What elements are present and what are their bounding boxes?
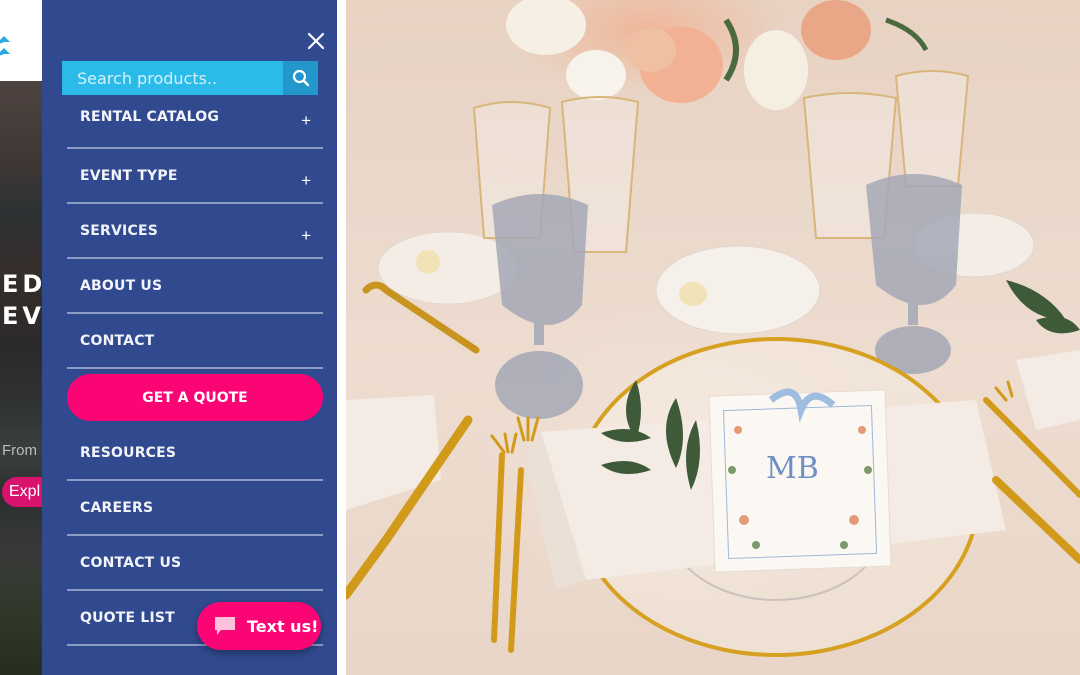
photo-illustration: MB	[346, 0, 1080, 657]
text-us-chat-button[interactable]: Text us!	[197, 602, 321, 650]
background-header	[0, 0, 42, 81]
plus-icon[interactable]: +	[301, 111, 311, 131]
explore-button[interactable]: Expl	[2, 477, 42, 507]
menu-item-about-us[interactable]: ABOUT US	[67, 259, 323, 314]
menu-item-label: RESOURCES	[80, 444, 177, 461]
background-overlay	[0, 81, 42, 675]
menu-item-label: SERVICES	[80, 222, 158, 239]
panel-divider	[337, 0, 346, 675]
search-input[interactable]	[62, 61, 283, 95]
menu-item-careers[interactable]: CAREERS	[67, 481, 323, 536]
menu-item-contact-us[interactable]: CONTACT US	[67, 536, 323, 591]
hero-heading-fragment-1: ED	[2, 270, 42, 298]
site-logo-icon	[0, 36, 10, 56]
mobile-menu-panel: RENTAL CATALOG + EVENT TYPE + SERVICES +…	[42, 0, 337, 675]
text-us-label: Text us!	[247, 616, 319, 636]
menu-item-label: CAREERS	[80, 499, 154, 516]
chat-bubble-icon	[215, 617, 235, 635]
hero-heading-fragment-2: EV	[2, 302, 42, 330]
menu-item-label: QUOTE LIST	[80, 609, 175, 626]
menu-item-contact[interactable]: CONTACT	[67, 314, 323, 369]
menu-item-label: EVENT TYPE	[80, 167, 178, 184]
menu-item-resources[interactable]: RESOURCES	[67, 426, 323, 481]
menu-item-rental-catalog[interactable]: RENTAL CATALOG +	[67, 94, 323, 149]
hero-subtext-fragment: From	[2, 442, 37, 459]
search-button[interactable]	[283, 61, 318, 95]
svg-text:MB: MB	[766, 451, 819, 486]
close-icon	[307, 32, 325, 50]
menu-card: MB	[708, 388, 892, 573]
table-setting-photo: MB	[346, 0, 1080, 675]
search-icon	[292, 69, 309, 87]
menu-item-label: RENTAL CATALOG	[80, 108, 220, 125]
plus-icon[interactable]: +	[301, 226, 311, 246]
background-page: ED EV From Expl	[0, 0, 42, 675]
plus-icon[interactable]: +	[301, 171, 311, 191]
close-menu-button[interactable]	[306, 31, 326, 51]
menu-item-label: CONTACT	[80, 332, 155, 349]
menu-item-event-type[interactable]: EVENT TYPE +	[67, 149, 323, 204]
menu-list: RENTAL CATALOG + EVENT TYPE + SERVICES +…	[67, 94, 323, 646]
menu-item-services[interactable]: SERVICES +	[67, 204, 323, 259]
menu-item-label: CONTACT US	[80, 554, 182, 571]
search-bar	[62, 61, 318, 95]
menu-item-label: ABOUT US	[80, 277, 163, 294]
get-a-quote-button[interactable]: GET A QUOTE	[67, 374, 323, 421]
quote-row: GET A QUOTE	[67, 369, 323, 426]
